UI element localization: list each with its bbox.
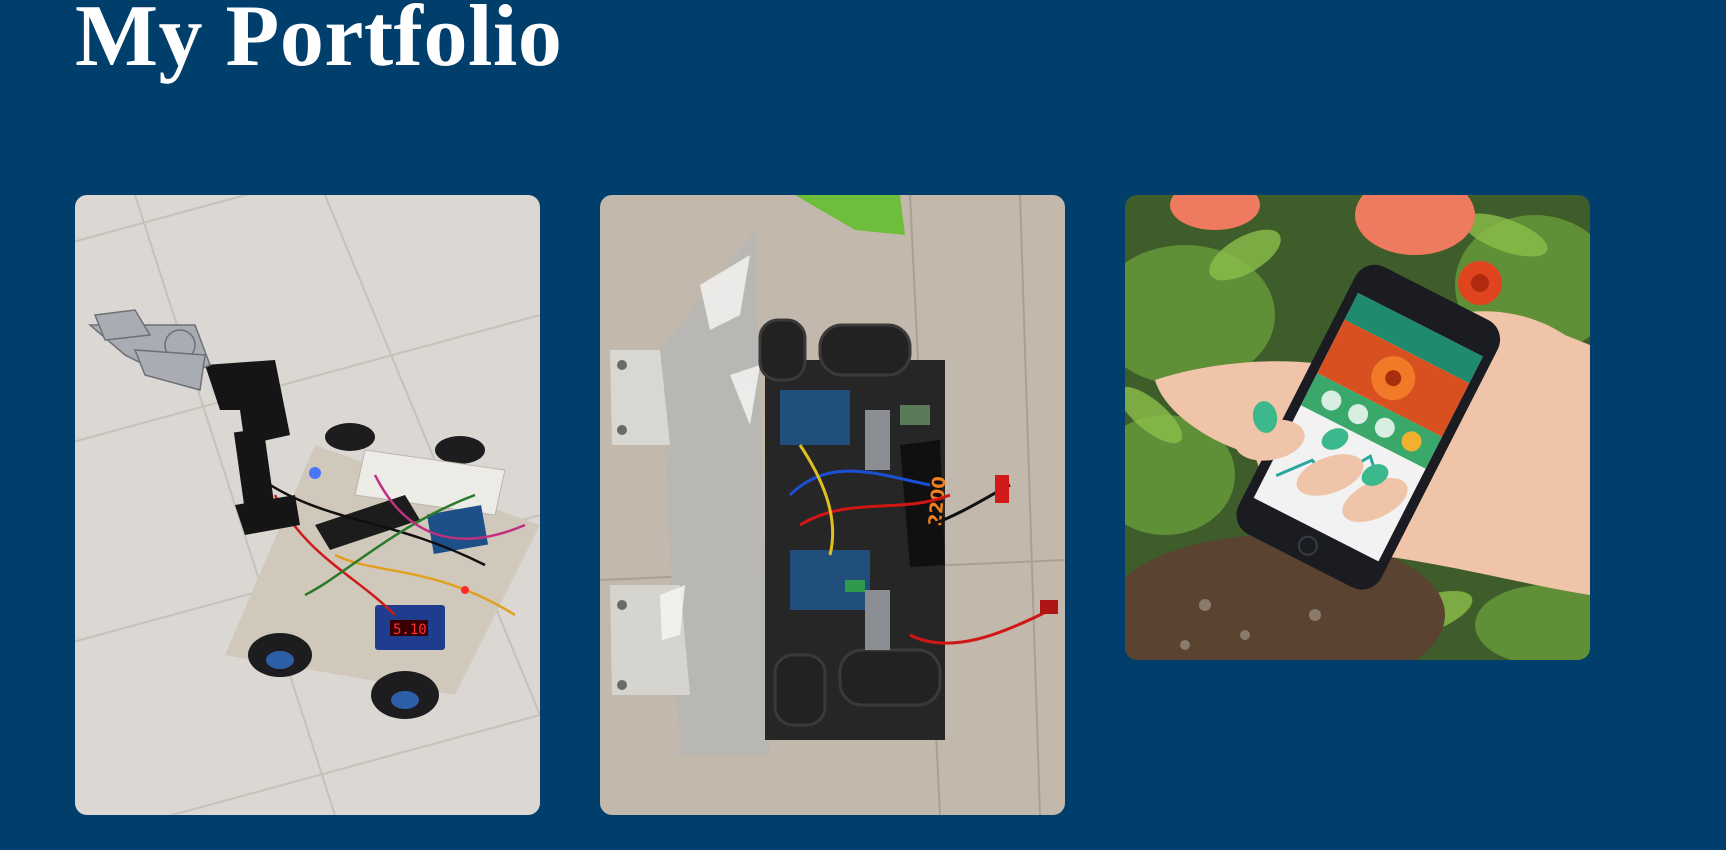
portfolio-card-plant-app[interactable] <box>1125 195 1590 660</box>
svg-text:5.10: 5.10 <box>393 622 427 638</box>
plant-app-phone-image <box>1125 195 1590 660</box>
portfolio-card-robot-chassis[interactable]: 2200 <box>600 195 1065 815</box>
page-title: My Portfolio <box>75 0 563 85</box>
robot-chassis-image: 2200 <box>600 195 1065 815</box>
portfolio-grid: 5.10 2200 <box>75 195 1595 815</box>
portfolio-card-robot-arm[interactable]: 5.10 <box>75 195 540 815</box>
robot-arm-car-image: 5.10 <box>75 195 540 815</box>
